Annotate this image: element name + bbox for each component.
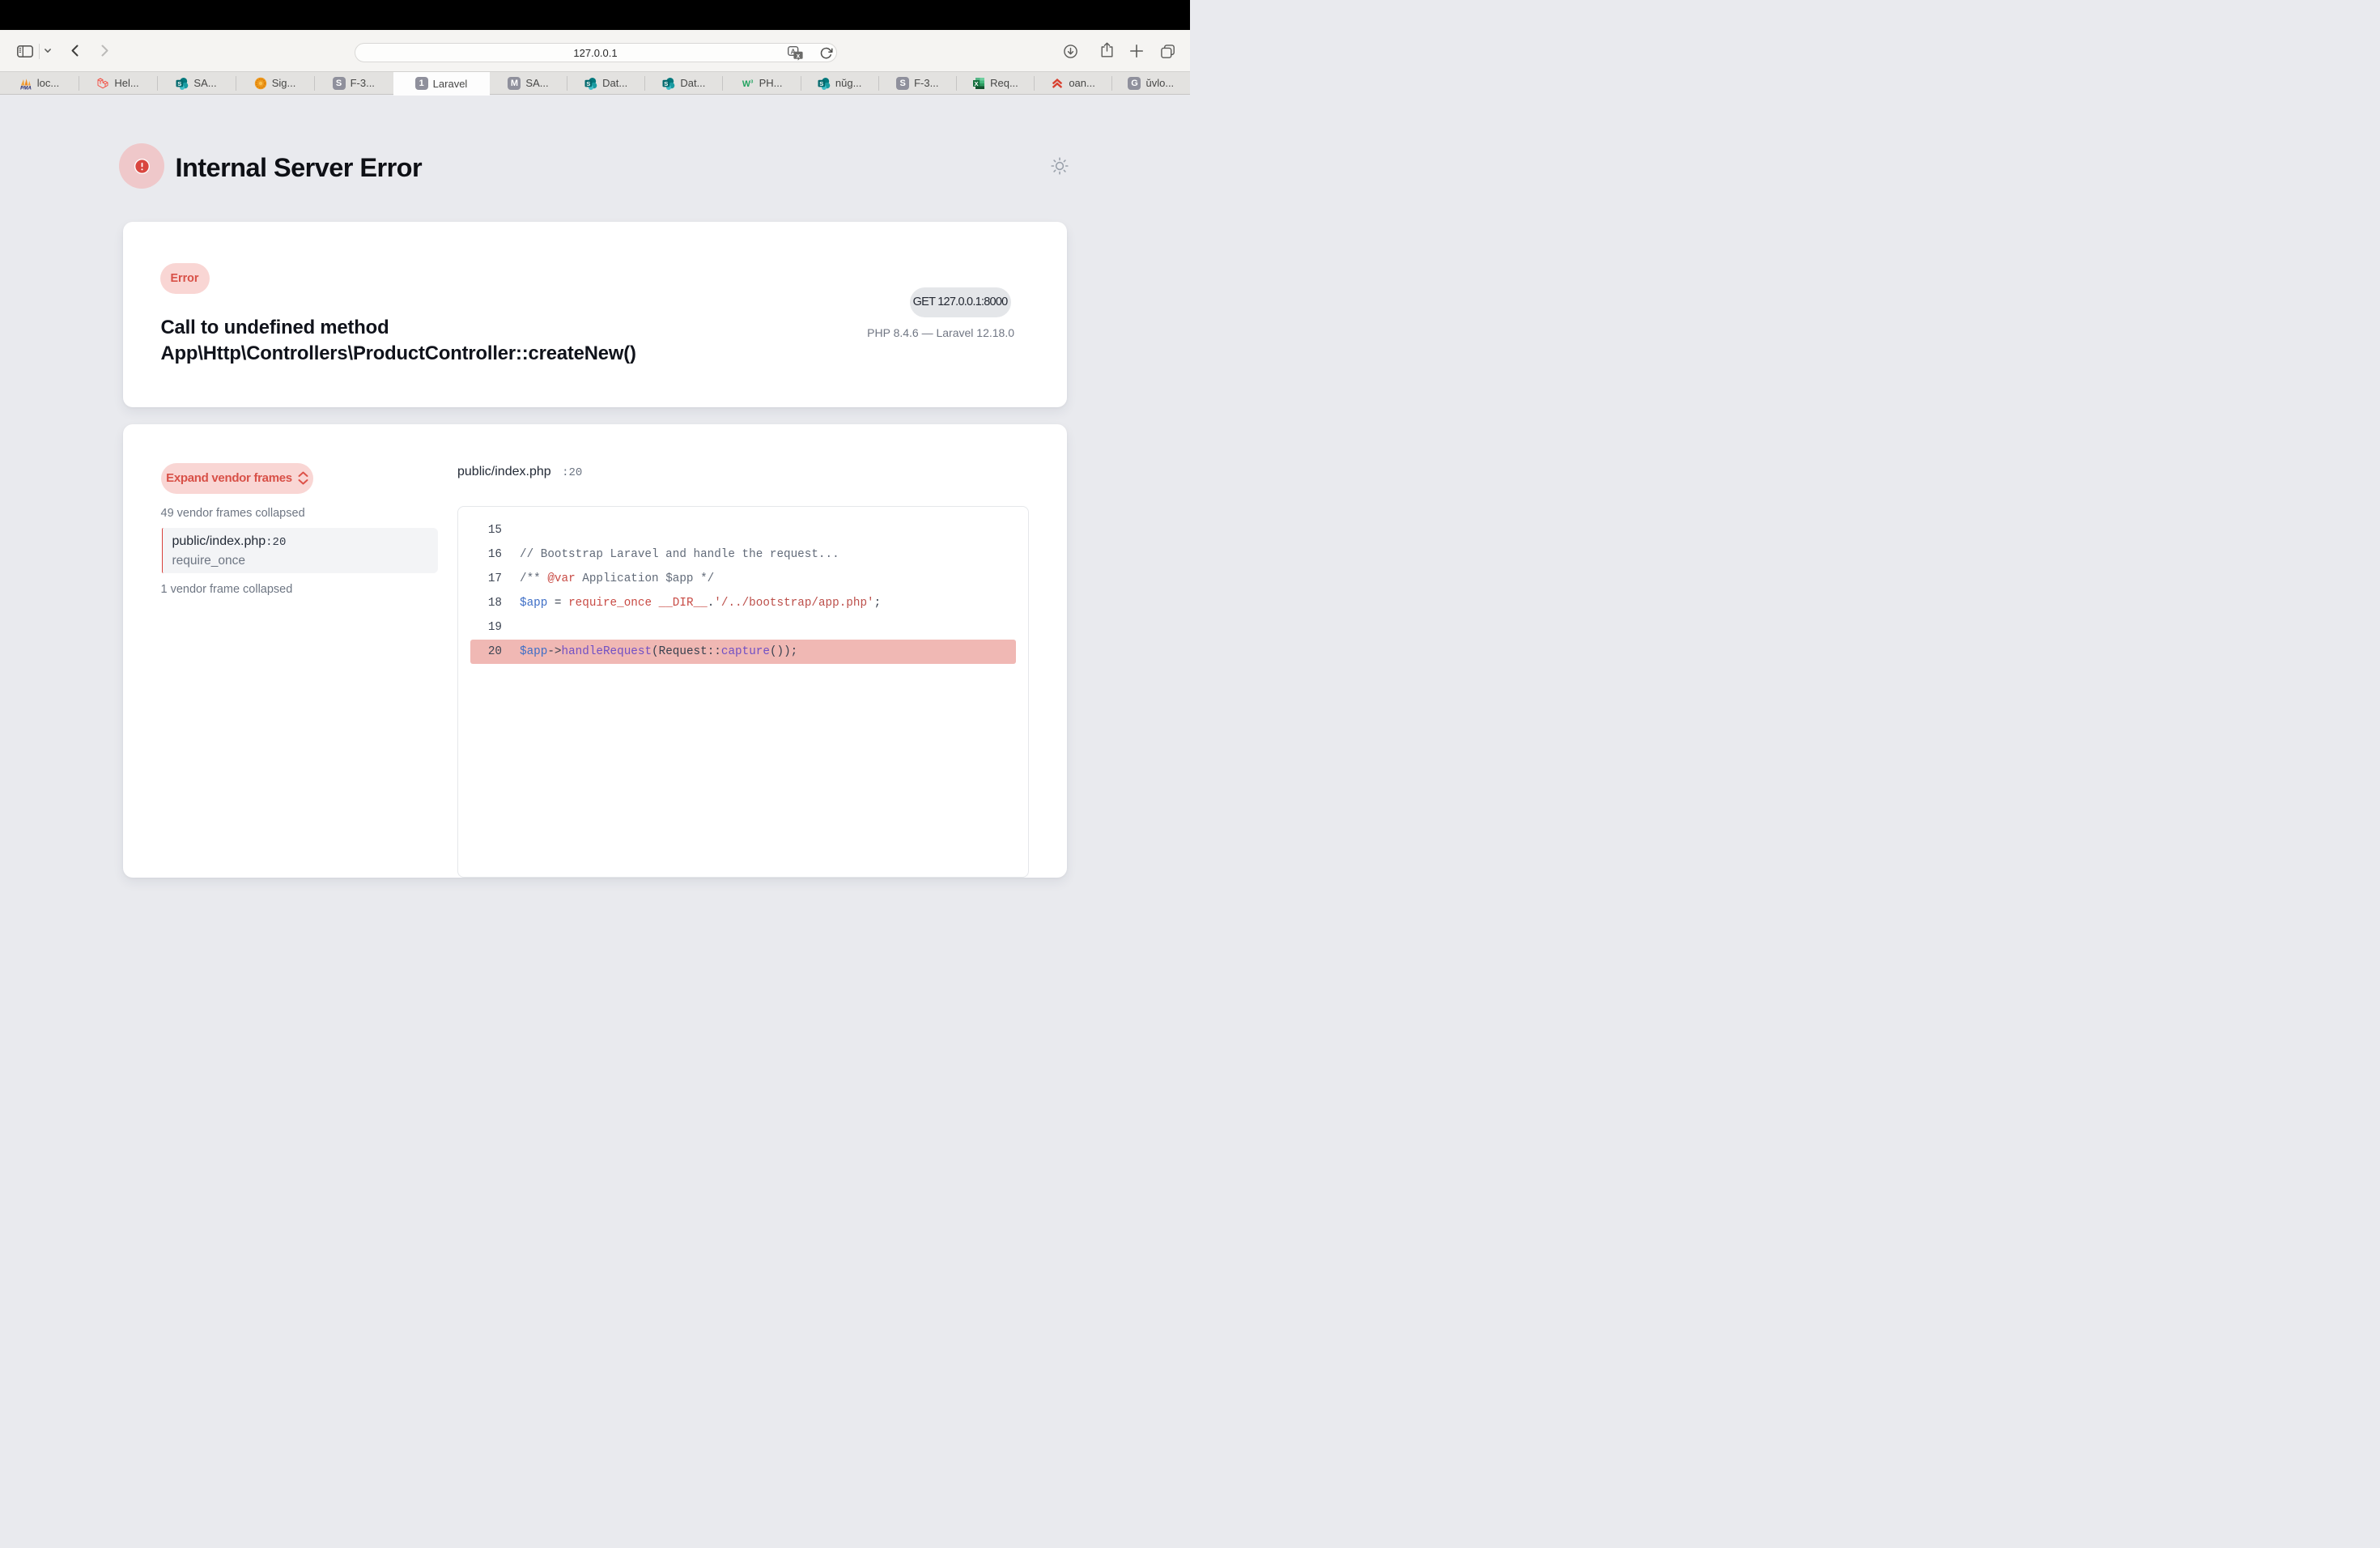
- svg-text:X: X: [975, 80, 979, 87]
- svg-text:S: S: [819, 80, 823, 87]
- svg-text:S: S: [586, 80, 590, 87]
- svg-text:x: x: [796, 52, 800, 59]
- svg-text:PMA: PMA: [20, 85, 32, 90]
- svg-text:S: S: [665, 80, 669, 87]
- svg-text:3: 3: [750, 79, 753, 84]
- svg-text:S: S: [178, 80, 182, 87]
